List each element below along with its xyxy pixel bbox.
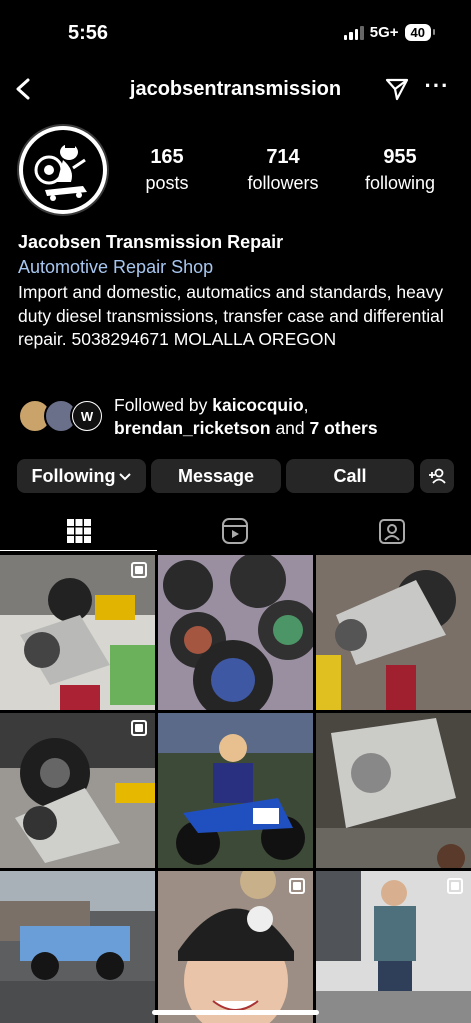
stat-posts-value: 165 <box>150 146 184 168</box>
send-icon[interactable] <box>384 76 410 102</box>
multiple-photos-icon <box>447 878 463 894</box>
add-user-button[interactable] <box>420 459 454 493</box>
signal-icon <box>343 25 364 40</box>
profile-avatar[interactable] <box>17 124 109 216</box>
mutual-user-2[interactable]: brendan_ricketson <box>114 418 271 438</box>
reels-tab-icon[interactable] <box>220 516 250 546</box>
svg-text:W: W <box>81 409 94 424</box>
post-image <box>0 555 155 710</box>
followed-by-prefix: Followed by <box>114 395 213 415</box>
post-image <box>316 713 471 868</box>
post-image <box>316 555 471 710</box>
message-button[interactable]: Message <box>151 459 281 493</box>
status-bar: 5:56 5G+ 40 <box>0 0 471 60</box>
stat-posts[interactable]: 165 posts <box>112 146 222 194</box>
profile-bio: Import and domestic, automatics and stan… <box>18 282 444 349</box>
post-transmission-lifted-truck[interactable] <box>0 713 155 868</box>
stat-followers-label: followers <box>247 173 319 193</box>
mutual-followers-avatars[interactable]: W <box>18 399 108 433</box>
active-tab-indicator <box>0 550 157 551</box>
stat-following[interactable]: 955 following <box>345 146 455 194</box>
status-time: 5:56 <box>68 22 109 44</box>
multiple-photos-icon <box>289 878 305 894</box>
post-image <box>0 871 155 1023</box>
followed-by-and: and <box>270 418 310 438</box>
network-label: 5G+ <box>369 24 399 41</box>
followed-by-text[interactable]: Followed by kaicocquio, brendan_ricketso… <box>114 394 454 440</box>
call-button[interactable]: Call <box>286 459 414 493</box>
grid-tab-icon[interactable] <box>64 516 94 546</box>
post-transmission-under-truck[interactable] <box>0 555 155 710</box>
post-image <box>0 713 155 868</box>
post-image <box>316 871 471 1023</box>
profile-category[interactable]: Automotive Repair Shop <box>18 257 213 278</box>
post-child-in-beanie[interactable] <box>158 871 313 1023</box>
profile-header: jacobsentransmission ··· <box>0 68 471 112</box>
stat-followers[interactable]: 714 followers <box>228 146 338 194</box>
logo-icon <box>34 144 87 201</box>
home-indicator[interactable] <box>152 1010 319 1015</box>
post-holographic-stickers[interactable] <box>158 555 313 710</box>
stat-following-label: following <box>364 173 436 193</box>
post-image <box>158 871 313 1023</box>
following-button[interactable]: Following <box>17 459 146 493</box>
post-image <box>158 555 313 710</box>
stat-posts-label: posts <box>145 173 189 193</box>
stat-followers-value: 714 <box>266 146 300 168</box>
stat-following-value: 955 <box>383 146 417 168</box>
profile-display-name: Jacobsen Transmission Repair <box>18 232 284 252</box>
following-label: Following <box>31 466 116 486</box>
more-options-icon[interactable]: ··· <box>424 74 450 100</box>
post-man-thumbs-up-van[interactable] <box>316 871 471 1023</box>
multiple-photos-icon <box>131 562 147 578</box>
followed-by-separator: , <box>303 395 309 415</box>
mutual-others[interactable]: 7 others <box>310 418 378 438</box>
mutual-user-1[interactable]: kaicocquio <box>212 395 303 415</box>
post-blue-bronco[interactable] <box>0 871 155 1023</box>
mutual-avatar: W <box>70 399 104 433</box>
post-kid-on-dirt-bike[interactable] <box>158 713 313 868</box>
battery-icon: 40 <box>404 24 436 41</box>
add-person-icon <box>429 468 446 484</box>
tagged-tab-icon[interactable] <box>377 516 407 546</box>
chevron-down-icon <box>119 473 132 481</box>
post-transmission-on-bench[interactable] <box>316 713 471 868</box>
multiple-photos-icon <box>131 720 147 736</box>
post-transmission-on-jack[interactable] <box>316 555 471 710</box>
status-indicators: 5G+ 40 <box>343 24 436 41</box>
profile-tabs <box>0 512 471 552</box>
post-image <box>158 713 313 868</box>
